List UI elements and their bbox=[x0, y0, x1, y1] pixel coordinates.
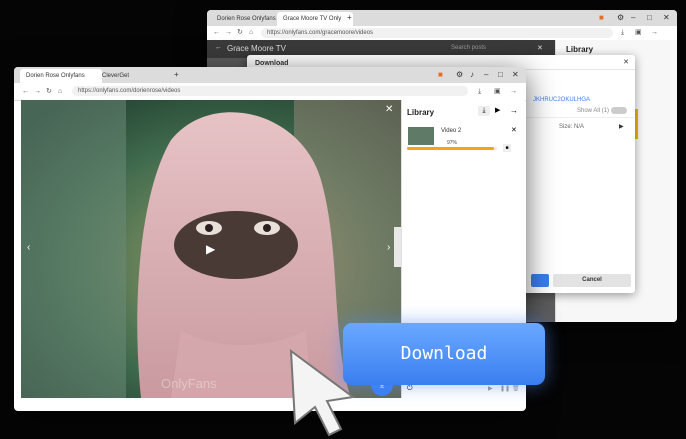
power-icon[interactable]: ⏻ bbox=[407, 385, 413, 393]
download-icon[interactable]: ⤓ bbox=[478, 83, 481, 100]
back-url-field[interactable]: https://onlyfans.com/gracemoore/videos bbox=[261, 28, 613, 38]
search-input[interactable]: Search posts bbox=[451, 45, 486, 51]
dialog-title: Download bbox=[255, 60, 289, 67]
progress-fill bbox=[407, 147, 495, 150]
size-label: Size: N/A bbox=[559, 124, 585, 130]
front-url-field[interactable]: https://onlyfans.com/dorienrose/videos bbox=[72, 86, 468, 96]
settings-icon[interactable]: ⚙ bbox=[617, 10, 624, 26]
back-tab-1-label: Dorien Rose Onlyfans bbox=[217, 16, 276, 22]
minimize-icon[interactable]: – bbox=[484, 67, 488, 83]
back-tab-2[interactable]: Grace Moore TV Only bbox=[277, 12, 353, 26]
cancel-button[interactable]: Cancel bbox=[553, 274, 631, 287]
reload-icon[interactable]: ↻ bbox=[46, 83, 52, 100]
show-all-toggle[interactable] bbox=[611, 107, 627, 114]
front-tab-1-label: Dorien Rose Onlyfans bbox=[26, 73, 85, 79]
settings-icon[interactable]: ⚙ bbox=[456, 67, 463, 83]
home-icon[interactable]: ⌂ bbox=[249, 26, 253, 40]
reload-icon[interactable]: ↻ bbox=[237, 26, 243, 40]
home-icon[interactable]: ⌂ bbox=[58, 83, 62, 100]
progress-label: 97% bbox=[447, 140, 458, 146]
close-icon[interactable]: ✕ bbox=[537, 44, 543, 52]
progress-bar bbox=[407, 147, 497, 150]
youtube-icon: ▶ bbox=[619, 124, 624, 130]
download-confirm-button[interactable] bbox=[531, 274, 549, 287]
front-tab-2[interactable]: CleverGet bbox=[96, 69, 178, 83]
divider bbox=[517, 117, 635, 118]
new-tab-icon[interactable]: + bbox=[174, 67, 179, 83]
video-thumbnail bbox=[408, 127, 434, 145]
pointer-cursor-icon bbox=[289, 348, 356, 437]
download-button[interactable]: Download bbox=[343, 323, 545, 385]
menu-icon[interactable]: → bbox=[510, 83, 517, 100]
watermark: OnlyFans bbox=[161, 376, 217, 391]
video-id: JKHRUC2OKULHGA bbox=[533, 97, 591, 103]
item-title: Video 2 bbox=[441, 128, 462, 134]
forward-arrow-icon[interactable]: → bbox=[34, 83, 41, 100]
library-title: Library bbox=[566, 45, 594, 54]
front-tab-bar: Dorien Rose Onlyfans CleverGet + ■ ⚙ ♪ –… bbox=[14, 67, 526, 83]
front-tab-2-label: CleverGet bbox=[102, 73, 130, 79]
play-icon[interactable]: ▶ bbox=[488, 385, 493, 392]
back-tab-bar: Dorien Rose Onlyfans Grace Moore TV Only… bbox=[207, 10, 677, 26]
back-tab-1[interactable]: Dorien Rose Onlyfans bbox=[211, 12, 283, 26]
front-address-bar: ← → ↻ ⌂ https://onlyfans.com/dorienrose/… bbox=[14, 83, 526, 101]
show-all-label: Show All (1) bbox=[577, 108, 610, 114]
download-icon[interactable]: ⤓ bbox=[621, 26, 624, 40]
new-tab-icon[interactable]: + bbox=[347, 10, 352, 26]
prev-arrow-icon[interactable]: ‹ bbox=[27, 242, 30, 253]
panel-toggle-handle[interactable] bbox=[394, 227, 401, 267]
lock-icon[interactable]: ▣ bbox=[494, 83, 501, 100]
forward-arrow-icon[interactable]: → bbox=[225, 26, 232, 40]
close-icon[interactable]: ✕ bbox=[623, 58, 629, 66]
trash-icon[interactable]: 🗑 bbox=[512, 385, 520, 392]
download-icon[interactable]: ⤓ bbox=[478, 106, 490, 116]
next-arrow-icon[interactable]: › bbox=[387, 242, 390, 253]
back-tab-2-label: Grace Moore TV Only bbox=[283, 16, 342, 22]
pause-icon[interactable]: ❚❚ bbox=[500, 385, 510, 392]
gift-icon[interactable]: ■ bbox=[599, 10, 604, 26]
menu-icon[interactable]: → bbox=[651, 26, 658, 40]
arrow-icon[interactable]: → bbox=[510, 106, 518, 115]
download-button-label: Download bbox=[400, 343, 488, 364]
back-arrow-icon[interactable]: ← bbox=[213, 26, 220, 40]
library-title: Library bbox=[407, 108, 435, 117]
back-address-bar: ← → ↻ ⌂ https://onlyfans.com/gracemoore/… bbox=[207, 26, 677, 41]
maximize-icon[interactable]: □ bbox=[647, 10, 652, 26]
maximize-icon[interactable]: □ bbox=[498, 67, 503, 83]
remove-icon[interactable]: ✕ bbox=[511, 126, 517, 134]
music-icon[interactable]: ♪ bbox=[470, 67, 474, 83]
cancel-label: Cancel bbox=[582, 277, 602, 283]
gift-icon[interactable]: ■ bbox=[438, 67, 443, 83]
youtube-icon[interactable]: ▶ bbox=[495, 106, 500, 114]
close-icon[interactable]: ✕ bbox=[385, 104, 393, 115]
close-icon[interactable]: ✕ bbox=[663, 10, 670, 26]
library-item[interactable]: Video 2 ✕ 97% ■ bbox=[407, 126, 523, 156]
page-title: Grace Moore TV bbox=[227, 44, 286, 53]
back-arrow-icon[interactable]: ← bbox=[215, 44, 222, 51]
play-icon[interactable]: ▶ bbox=[206, 242, 215, 256]
close-icon[interactable]: ✕ bbox=[512, 67, 519, 83]
front-tab-1[interactable]: Dorien Rose Onlyfans bbox=[20, 69, 102, 83]
stop-icon[interactable]: ■ bbox=[503, 144, 511, 152]
minimize-icon[interactable]: – bbox=[631, 10, 635, 26]
back-arrow-icon[interactable]: ← bbox=[22, 83, 29, 100]
lock-icon[interactable]: ▣ bbox=[635, 26, 642, 40]
